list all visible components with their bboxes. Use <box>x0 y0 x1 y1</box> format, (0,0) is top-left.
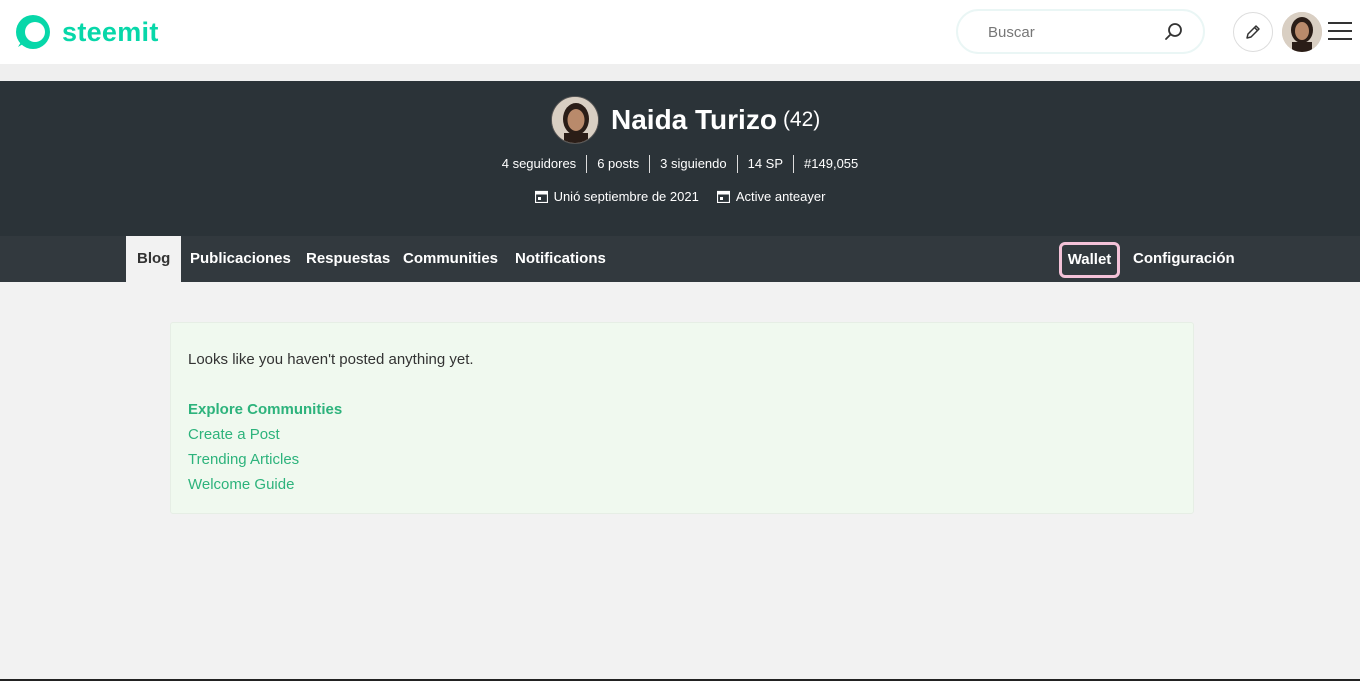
followers-count[interactable]: 4 seguidores <box>492 155 586 173</box>
tab-respuestas[interactable]: Respuestas <box>295 236 401 282</box>
top-header: steemit <box>0 0 1360 64</box>
search-box[interactable] <box>956 9 1205 54</box>
tab-communities[interactable]: Communities <box>392 236 509 282</box>
create-post-link[interactable]: Create a Post <box>188 426 280 443</box>
empty-blog-card: Looks like you haven't posted anything y… <box>170 322 1194 514</box>
avatar-image <box>1282 12 1322 52</box>
logo-text: steemit <box>62 16 159 47</box>
tab-publicaciones[interactable]: Publicaciones <box>179 236 302 282</box>
following-count[interactable]: 3 siguiendo <box>649 155 737 173</box>
profile-nav: Blog Publicaciones Respuestas Communitie… <box>0 236 1360 282</box>
tab-notifications[interactable]: Notifications <box>504 236 617 282</box>
welcome-guide-link[interactable]: Welcome Guide <box>188 476 294 493</box>
active-text: Active anteayer <box>735 189 826 204</box>
profile-avatar[interactable] <box>551 96 599 144</box>
pencil-icon <box>1246 25 1260 39</box>
profile-heading: Naida Turizo (42) <box>551 96 820 144</box>
empty-message: Looks like you haven't posted anything y… <box>188 351 474 368</box>
profile-name: Naida Turizo <box>611 104 777 135</box>
avatar-image <box>552 97 598 143</box>
tab-wallet[interactable]: Wallet <box>1059 242 1120 278</box>
joined-text: Unió septiembre de 2021 <box>553 189 699 204</box>
rank: #149,055 <box>793 155 868 173</box>
hamburger-menu-icon[interactable] <box>1328 22 1352 42</box>
last-active: Active anteayer <box>716 189 826 204</box>
calendar-icon <box>716 190 730 203</box>
calendar-icon <box>534 190 548 203</box>
create-post-button[interactable] <box>1233 12 1273 52</box>
profile-meta: Unió septiembre de 2021 Active anteayer <box>0 189 1360 204</box>
user-avatar[interactable] <box>1282 12 1322 52</box>
steemit-logo-icon <box>16 15 50 49</box>
explore-communities-link[interactable]: Explore Communities <box>188 401 342 418</box>
trending-articles-link[interactable]: Trending Articles <box>188 451 299 468</box>
header-spacer <box>0 64 1360 81</box>
tab-blog[interactable]: Blog <box>126 236 182 282</box>
profile-stats: 4 seguidores 6 posts 3 siguiendo 14 SP #… <box>0 155 1360 173</box>
tab-configuracion[interactable]: Configuración <box>1122 236 1246 282</box>
steem-power: 14 SP <box>736 155 793 173</box>
posts-count: 6 posts <box>586 155 649 173</box>
steemit-logo[interactable]: steemit <box>14 13 159 51</box>
reputation-score: (42) <box>782 108 821 131</box>
joined-date: Unió septiembre de 2021 <box>534 189 699 204</box>
search-icon[interactable] <box>1164 22 1184 42</box>
search-input[interactable] <box>988 21 1158 43</box>
